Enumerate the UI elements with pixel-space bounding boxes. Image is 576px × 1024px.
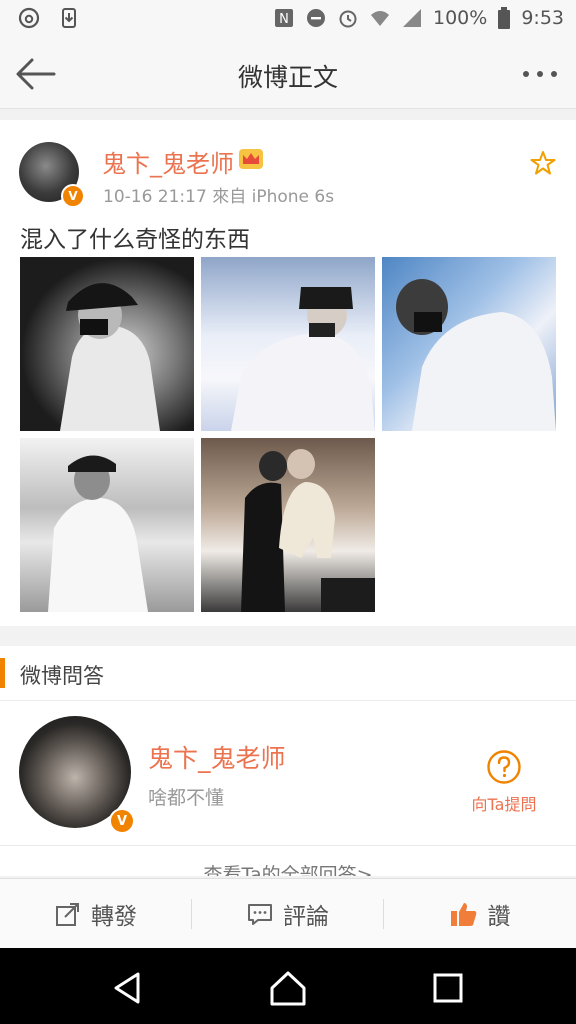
avatar[interactable]: V bbox=[19, 142, 85, 208]
signal-icon bbox=[403, 9, 421, 27]
action-toolbar: 轉發 評論 讚 bbox=[0, 878, 576, 949]
thumbs-up-icon bbox=[450, 903, 476, 926]
qa-name[interactable]: 鬼卞_鬼老师 bbox=[148, 739, 286, 775]
page-title: 微博正文 bbox=[237, 63, 338, 92]
view-all-answers-link[interactable]: 查看Ta的全部回答> bbox=[0, 860, 576, 876]
post-text: 混入了什么奇怪的东西 bbox=[20, 227, 250, 253]
battery-percent: 100% bbox=[433, 7, 488, 29]
author-name[interactable]: 鬼卞_鬼老师 bbox=[102, 144, 234, 179]
home-icon[interactable] bbox=[268, 968, 308, 1008]
qa-verified-badge: V bbox=[109, 808, 135, 834]
netease-music-icon bbox=[18, 7, 40, 29]
qa-section-header: 微博問答 bbox=[0, 646, 576, 701]
crown-icon bbox=[239, 149, 263, 169]
qa-section-title: 微博問答 bbox=[20, 664, 104, 688]
clock: 9:53 bbox=[521, 7, 564, 29]
repost-label: 轉發 bbox=[91, 904, 137, 930]
like-button[interactable]: 讚 bbox=[384, 879, 576, 949]
photo-2[interactable] bbox=[201, 257, 375, 431]
photo-1[interactable] bbox=[20, 257, 194, 431]
more-dots-icon[interactable] bbox=[518, 60, 562, 88]
status-bar: N 100% 9:53 bbox=[0, 0, 576, 40]
section-accent-bar bbox=[0, 658, 5, 688]
post-meta: 10-16 21:17 來自 iPhone 6s bbox=[103, 187, 335, 207]
svg-text:N: N bbox=[279, 12, 289, 27]
nav-bar: 微博正文 bbox=[0, 40, 576, 109]
ask-label: 向Ta提問 bbox=[471, 795, 537, 814]
comment-icon bbox=[248, 904, 272, 925]
weibo-post: V 鬼卞_鬼老师 10-16 21:17 來自 iPhone 6s 混入了什么奇… bbox=[0, 120, 576, 626]
system-nav-bar bbox=[0, 948, 576, 1024]
qa-description: 啥都不懂 bbox=[148, 787, 225, 809]
back-triangle-icon[interactable] bbox=[108, 968, 148, 1008]
wifi-icon bbox=[371, 11, 389, 26]
recents-square-icon[interactable] bbox=[428, 968, 468, 1008]
qa-avatar[interactable]: V bbox=[19, 716, 135, 834]
photo-4[interactable] bbox=[20, 438, 194, 612]
ask-question-button[interactable]: 向Ta提問 bbox=[468, 749, 540, 815]
qa-card[interactable]: V 鬼卞_鬼老师 啥都不懂 向Ta提問 bbox=[0, 701, 576, 846]
comment-button[interactable]: 評論 bbox=[192, 879, 384, 949]
verified-badge: V bbox=[61, 184, 85, 208]
photo-3[interactable] bbox=[382, 257, 556, 431]
question-icon bbox=[487, 750, 521, 784]
nfc-icon: N bbox=[275, 9, 293, 27]
repost-icon bbox=[56, 903, 79, 926]
comment-label: 評論 bbox=[283, 904, 329, 930]
like-label: 讚 bbox=[487, 904, 511, 930]
view-all-answers[interactable]: 查看Ta的全部回答> bbox=[0, 846, 576, 876]
dnd-icon bbox=[307, 9, 325, 27]
battery-icon bbox=[498, 7, 511, 29]
alarm-icon bbox=[339, 10, 357, 28]
photo-5[interactable] bbox=[201, 438, 375, 612]
star-icon[interactable] bbox=[530, 150, 556, 176]
download-icon bbox=[62, 8, 76, 28]
repost-button[interactable]: 轉發 bbox=[0, 879, 192, 949]
